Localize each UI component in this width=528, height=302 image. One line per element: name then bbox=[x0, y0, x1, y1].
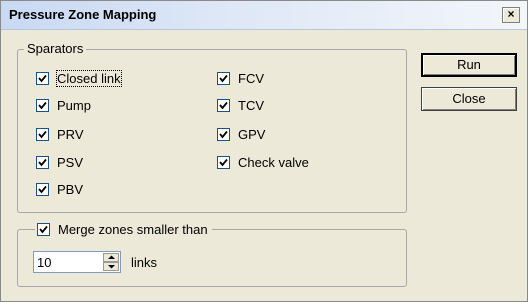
links-unit-label: links bbox=[131, 255, 158, 270]
check-mark-icon bbox=[36, 182, 49, 196]
checkbox-label: Check valve bbox=[238, 154, 309, 170]
checkbox-label: PSV bbox=[57, 154, 84, 170]
check-mark-icon bbox=[36, 98, 49, 112]
checkbox-label: Merge zones smaller than bbox=[58, 221, 208, 237]
checkbox-merge-zones[interactable]: Merge zones smaller than bbox=[35, 221, 212, 237]
dialog-title: Pressure Zone Mapping bbox=[9, 7, 157, 22]
close-button[interactable]: Close bbox=[421, 87, 517, 111]
checkbox-gpv[interactable]: GPV bbox=[217, 126, 265, 142]
checkbox-label: TCV bbox=[238, 97, 264, 113]
checkbox-psv[interactable]: PSV bbox=[36, 154, 83, 170]
close-icon[interactable]: × bbox=[502, 7, 520, 23]
checkbox-tcv[interactable]: TCV bbox=[217, 97, 264, 113]
spinner-buttons bbox=[103, 253, 119, 271]
separators-group-label: Sparators bbox=[24, 42, 87, 56]
check-mark-icon bbox=[217, 127, 230, 141]
check-mark-icon bbox=[217, 155, 230, 169]
checkbox-label: PBV bbox=[57, 181, 84, 197]
checkbox-check-valve[interactable]: Check valve bbox=[217, 154, 309, 170]
arrow-down-icon[interactable] bbox=[103, 262, 119, 271]
merge-threshold-value[interactable]: 10 bbox=[37, 255, 51, 270]
pressure-zone-dialog: Pressure Zone Mapping × Sparators Closed… bbox=[0, 0, 528, 302]
merge-threshold-spinner[interactable]: 10 bbox=[33, 251, 121, 273]
checkbox-label: PRV bbox=[57, 126, 84, 142]
checkbox-fcv[interactable]: FCV bbox=[217, 70, 264, 86]
check-mark-icon bbox=[217, 71, 230, 85]
checkbox-label: GPV bbox=[238, 126, 266, 142]
check-mark-icon bbox=[37, 222, 50, 236]
checkbox-label: FCV bbox=[238, 70, 264, 86]
check-mark-icon bbox=[36, 71, 49, 85]
checkbox-pbv[interactable]: PBV bbox=[36, 181, 83, 197]
check-mark-icon bbox=[36, 155, 49, 169]
run-button[interactable]: Run bbox=[421, 53, 517, 77]
check-mark-icon bbox=[36, 127, 49, 141]
title-bar: Pressure Zone Mapping × bbox=[1, 1, 527, 30]
checkbox-pump[interactable]: Pump bbox=[36, 97, 91, 113]
arrow-up-icon[interactable] bbox=[103, 253, 119, 262]
checkbox-closed-link[interactable]: Closed link bbox=[36, 69, 122, 87]
check-mark-icon bbox=[217, 98, 230, 112]
checkbox-prv[interactable]: PRV bbox=[36, 126, 84, 142]
checkbox-label: Closed link bbox=[56, 69, 122, 87]
checkbox-label: Pump bbox=[57, 97, 91, 113]
